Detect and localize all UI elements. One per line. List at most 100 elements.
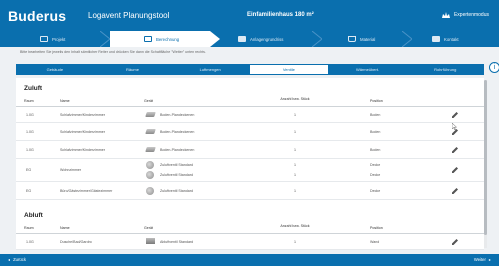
col-head-geraet: Gerät (144, 99, 153, 103)
cell-raum: 1.0G (26, 130, 34, 134)
projekt-icon (40, 36, 48, 42)
ceiling-valve-icon (146, 187, 154, 195)
step-kontakt[interactable]: Kontakt (412, 31, 499, 47)
project-title: Einfamilienhaus 180 m² (247, 12, 314, 18)
edit-pencil-icon[interactable] (452, 147, 458, 153)
step-material[interactable]: Material (322, 31, 402, 47)
col-head-raum: Raum (24, 226, 34, 230)
step-divider-icon (100, 31, 110, 47)
app-title: Logavent Planungstool (88, 11, 170, 20)
experts-label: Expertenmodus (453, 12, 489, 18)
col-head-name: Name (60, 99, 70, 103)
cell-raum: EG (26, 168, 32, 172)
table-row[interactable]: 1.0G Schlafzimmer/Kinderzimmer Boden-Pla… (16, 107, 484, 123)
tab-waermeuebert[interactable]: Wärmeübert. (329, 64, 407, 75)
edit-pencil-icon[interactable] (452, 188, 458, 194)
cell-geraet: Abluftventil Standard (160, 240, 194, 244)
cell-anzahl: 1 (294, 148, 296, 152)
step-label: Anlagengrundriss (250, 36, 284, 42)
scrollbar-thumb[interactable] (484, 80, 487, 235)
experts-mode-toggle[interactable]: Expertenmodus (441, 12, 489, 18)
app-header: Buderus Logavent Planungstool Einfamilie… (0, 0, 499, 31)
info-icon[interactable]: i (489, 62, 499, 73)
cell-position: Boden (370, 113, 381, 117)
cell-geraet: Boden-Plandeckenen (160, 148, 195, 152)
contact-icon (432, 36, 440, 42)
floor-grille-icon (145, 112, 156, 117)
tab-bar: Gebäude Räume Luftmengen Ventile Wärmeüb… (16, 64, 484, 75)
tab-gebaeude[interactable]: Gebäude (16, 64, 94, 75)
step-label: Berechnung (156, 36, 180, 42)
cell-anzahl: 1 (294, 163, 296, 167)
cell-anzahl: 1 (294, 113, 296, 117)
cell-geraet: Zuluftventil Standard (160, 163, 193, 167)
step-projekt[interactable]: Projekt (0, 31, 100, 47)
tab-luftmengen[interactable]: Luftmengen (171, 64, 249, 75)
edit-pencil-icon[interactable] (452, 239, 458, 245)
chevron-right-icon: ▸ (488, 257, 491, 262)
step-divider-icon (312, 31, 322, 47)
tab-ventile[interactable]: Ventile (249, 64, 329, 75)
step-anlagengrundriss[interactable]: Anlagengrundriss (222, 31, 312, 47)
cell-raum: 1.0G (26, 148, 34, 152)
cell-geraet: Boden-Plandeckenen (160, 130, 195, 134)
col-head-anzahl: Anzahl bzw. Stück (280, 97, 310, 101)
vertical-scrollbar[interactable] (484, 80, 487, 248)
zuluft-title: Zuluft (24, 85, 43, 92)
cell-name: Dusche/Bad/Gardro (60, 240, 92, 244)
edit-pencil-icon[interactable] (452, 112, 458, 118)
cell-name: Schlafzimmer/Kinderzimmer (60, 113, 105, 117)
cell-anzahl: 1 (294, 189, 296, 193)
edit-pencil-icon[interactable] (452, 167, 458, 173)
tab-rohrfuehrung[interactable]: Rohrführung (406, 64, 484, 75)
cell-anzahl: 1 (294, 130, 296, 134)
table-row[interactable]: 1.0G Schlafzimmer/Kinderzimmer Boden-Pla… (16, 123, 484, 141)
table-row[interactable]: EG Wohnzimmer Zuluftventil Standard Zulu… (16, 159, 484, 182)
footer-bar: ◂ Zurück Weiter ▸ (0, 254, 499, 266)
step-berechnung[interactable]: Berechnung (110, 31, 210, 47)
cell-raum: EG (26, 189, 32, 193)
berechnung-icon (144, 36, 152, 42)
cell-position: Decke (370, 189, 381, 193)
col-head-position: Position (370, 226, 383, 230)
step-divider-icon (210, 31, 220, 47)
step-label: Kontakt (444, 36, 459, 42)
next-button[interactable]: Weiter ▸ (474, 257, 491, 262)
cell-position: Wand (370, 240, 380, 244)
col-head-position: Position (370, 99, 383, 103)
cell-position: Boden (370, 130, 381, 134)
experts-icon (441, 12, 450, 18)
ceiling-valve-icon (146, 161, 154, 169)
table-row[interactable]: 1.0G Schlafzimmer/Kinderzimmer Boden-Pla… (16, 141, 484, 159)
cell-name: Schlafzimmer/Kinderzimmer (60, 130, 105, 134)
cell-position: Decke (370, 173, 381, 177)
col-head-raum: Raum (24, 99, 34, 103)
col-head-anzahl: Anzahl bzw. Stück (280, 224, 310, 228)
back-label: Zurück (13, 257, 26, 262)
abluft-title: Abluft (24, 212, 43, 219)
cell-geraet: Zuluftventil Standard (160, 173, 193, 177)
chevron-left-icon: ◂ (8, 257, 11, 262)
exhaust-valve-icon (146, 238, 155, 244)
col-head-geraet: Gerät (144, 226, 153, 230)
tab-raeume[interactable]: Räume (94, 64, 172, 75)
grundriss-icon (238, 36, 246, 42)
instruction-text: Bitte bearbeiten Sie jeweils den Inhalt … (20, 50, 206, 54)
cell-raum: 1.0G (26, 113, 34, 117)
col-head-name: Name (60, 226, 70, 230)
step-divider-icon (402, 31, 412, 47)
cell-position: Decke (370, 163, 381, 167)
cell-name: Büro/Gästezimmer/Gästezimmer (60, 189, 113, 193)
valves-panel: Zuluft Raum Name Gerät Anzahl bzw. Stück… (16, 78, 484, 250)
back-button[interactable]: ◂ Zurück (8, 257, 26, 262)
brand-logo[interactable]: Buderus (8, 8, 66, 24)
floor-grille-icon (145, 129, 156, 134)
cell-position: Boden (370, 148, 381, 152)
step-label: Projekt (52, 36, 66, 42)
table-row[interactable]: 1.0G Dusche/Bad/Gardro Abluftventil Stan… (16, 234, 484, 250)
table-row[interactable]: EG Büro/Gästezimmer/Gästezimmer Zuluftve… (16, 182, 484, 200)
ceiling-valve-icon (146, 171, 154, 179)
cell-anzahl: 1 (294, 173, 296, 177)
floor-grille-icon (145, 147, 156, 152)
mouse-cursor-icon (452, 123, 457, 130)
